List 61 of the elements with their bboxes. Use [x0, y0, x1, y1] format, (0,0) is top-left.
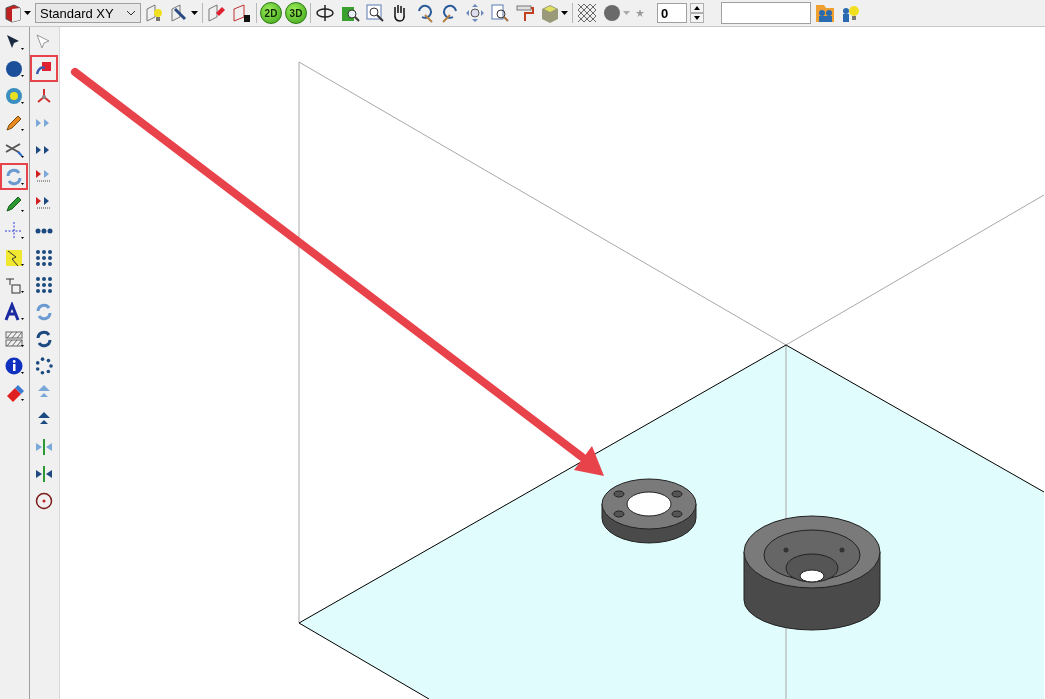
dot-circle-icon: [34, 355, 54, 376]
lightbulb-icon: [145, 3, 165, 23]
decrement-button[interactable]: [690, 13, 704, 23]
chevron-icon: [126, 10, 136, 16]
rotate-dark-icon: [34, 328, 54, 349]
hatch-button[interactable]: [576, 2, 598, 24]
caret-icon: [24, 10, 31, 16]
info-icon: [4, 355, 24, 376]
dots-row-icon: [34, 227, 54, 234]
target-icon: [34, 490, 54, 511]
tool-button[interactable]: [30, 55, 58, 82]
caret-up-icon: [694, 6, 700, 10]
render-button[interactable]: [539, 2, 569, 24]
rotate-light-icon: [4, 166, 24, 187]
person-lightbulb-icon: [840, 3, 860, 23]
text-field[interactable]: [721, 2, 811, 24]
zoom-button[interactable]: [364, 2, 386, 24]
mirror-dark-icon: [34, 463, 54, 484]
people-icon: [815, 3, 835, 23]
spinner-field[interactable]: 0: [657, 3, 687, 23]
view-mode-button[interactable]: 2D: [260, 2, 282, 24]
plane-eraser-button[interactable]: [206, 2, 228, 24]
orbit-icon: [315, 3, 335, 23]
plane-button[interactable]: [231, 2, 253, 24]
rotate-light-icon: [34, 301, 54, 322]
caret-down-icon: [694, 16, 700, 20]
users-button[interactable]: [814, 2, 836, 24]
view-cube-button[interactable]: [2, 2, 32, 24]
material-button[interactable]: [601, 2, 631, 24]
view-select[interactable]: Standard XY: [35, 3, 141, 23]
mirror-light-icon: [34, 436, 54, 457]
text-icon: [4, 301, 24, 322]
zoom-extents-button[interactable]: [464, 2, 486, 24]
paint-button[interactable]: [514, 2, 536, 24]
snap-button[interactable]: [169, 2, 199, 24]
orbit-button[interactable]: [314, 2, 336, 24]
caret-icon: [561, 10, 568, 16]
caret-icon: [191, 10, 198, 16]
view-cube-icon: [3, 3, 23, 23]
swirl-icon: [4, 85, 24, 106]
caret-icon: [623, 10, 630, 16]
view-mode-button[interactable]: 3D: [285, 2, 307, 24]
dimension-icon: [4, 247, 24, 268]
zoom-rotate-icon: [415, 3, 435, 23]
increment-button[interactable]: [690, 3, 704, 13]
plane-eraser-icon: [207, 3, 227, 23]
dot-grid-icon: [34, 274, 54, 295]
sphere-icon: [4, 58, 24, 79]
sphere-icon: [602, 3, 622, 23]
zoom-extents-icon: [465, 3, 485, 23]
dot-grid-icon: [34, 247, 54, 268]
search-icon: [365, 3, 385, 23]
zoom-window-button[interactable]: [489, 2, 511, 24]
plane-icon: [232, 3, 252, 23]
zoom-rotate-icon: [440, 3, 460, 23]
cube-icon: [540, 3, 560, 23]
hatch-icon: [4, 328, 24, 349]
paint-roller-icon: [515, 3, 535, 23]
crosshair-icon: [4, 220, 24, 241]
zoom-window-icon: [490, 3, 510, 23]
crosshatch-icon: [577, 3, 597, 23]
